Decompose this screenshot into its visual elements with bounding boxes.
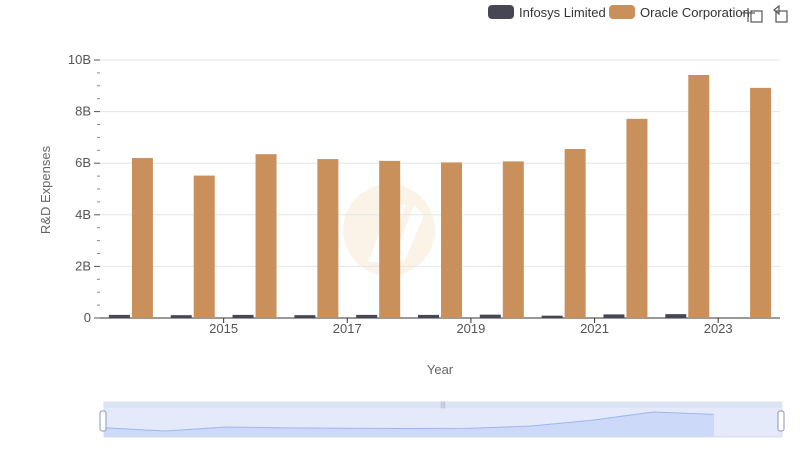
legend-label-infosys: Infosys Limited <box>519 5 606 20</box>
y-tick-label: 0 <box>84 310 91 325</box>
bar-oracle-2020 <box>502 161 524 318</box>
legend-label-oracle: Oracle Corporation <box>640 5 750 20</box>
y-tick-label: 2B <box>75 258 91 273</box>
bar-infosys-2019 <box>418 314 439 318</box>
bar-oracle-2021 <box>564 149 586 318</box>
bar-infosys-2020 <box>479 314 501 318</box>
legend: Infosys Limited Oracle Corporation <box>488 5 750 20</box>
x-tick-label: 2021 <box>580 321 609 336</box>
bar-oracle-2017 <box>317 159 339 318</box>
reset-icon[interactable] <box>773 4 788 23</box>
x-axis-labels: 2015 2017 2019 2021 2023 <box>209 318 733 336</box>
bar-infosys-2016 <box>232 314 254 318</box>
y-tick-label: 10B <box>68 52 91 67</box>
x-tick-label: 2023 <box>704 321 733 336</box>
y-tick-label: 4B <box>75 207 91 222</box>
x-axis-title: Year <box>427 362 454 377</box>
slider-handle-left[interactable] <box>99 410 107 432</box>
bar-oracle-2022 <box>626 118 648 318</box>
bar-infosys-2021 <box>541 315 563 318</box>
legend-swatch-oracle <box>609 5 635 19</box>
bar-oracle-2014 <box>131 158 153 318</box>
slider-selection <box>104 408 782 437</box>
y-axis-labels: 0 2B 4B 6B 8B 10B <box>68 52 91 325</box>
bar-oracle-2019 <box>441 162 462 318</box>
slider-handle-right[interactable] <box>777 410 785 432</box>
bar-oracle-2023 <box>688 74 710 319</box>
bar-oracle-2015 <box>193 175 215 318</box>
x-tick-label: 2019 <box>456 321 485 336</box>
bar-oracle-2016 <box>255 154 277 318</box>
bar-infosys-2017 <box>294 315 316 318</box>
bar-infosys-2022 <box>603 314 625 318</box>
legend-item-infosys[interactable]: Infosys Limited <box>488 5 606 20</box>
bar-infosys-2015 <box>170 315 192 318</box>
bar-infosys-2023 <box>665 314 687 318</box>
y-minor-ticks <box>97 72 100 306</box>
bar-oracle-2018 <box>379 160 401 318</box>
chart: 0 2B 4B 6B 8B 10B 2015 2017 2019 2021 2023 R&D Ex… <box>38 4 788 438</box>
bar-infosys-2014 <box>108 314 130 318</box>
y-tick-label: 6B <box>75 155 91 170</box>
legend-item-oracle[interactable]: Oracle Corporation <box>609 5 750 20</box>
x-tick-label: 2015 <box>209 321 238 336</box>
y-axis-title: R&D Expenses <box>38 145 53 234</box>
data-zoom-slider[interactable]: ||| <box>99 401 785 438</box>
y-tick-label: 8B <box>75 104 91 119</box>
slider-grip: ||| <box>440 402 446 409</box>
legend-swatch-infosys <box>488 5 514 19</box>
bar-oracle-2024 <box>750 87 772 318</box>
x-tick-label: 2017 <box>333 321 362 336</box>
bar-infosys-2018 <box>356 314 378 318</box>
